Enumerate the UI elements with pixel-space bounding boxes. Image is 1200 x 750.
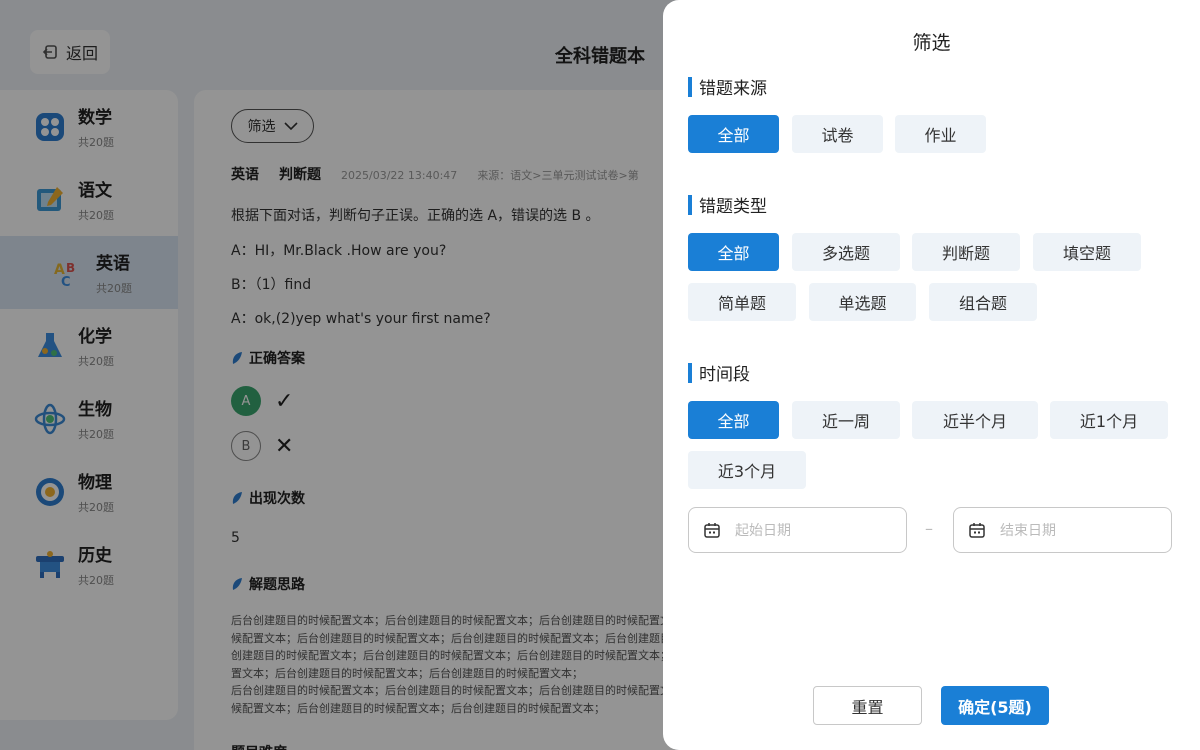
filter-drawer: 筛选 错题来源 全部 试卷 作业 错题类型 全部 多选题 判断题 填空题 简单题… — [663, 0, 1200, 750]
reset-button[interactable]: 重置 — [813, 686, 922, 725]
drawer-title: 筛选 — [912, 32, 951, 54]
source-title-label: 错题来源 — [699, 79, 767, 99]
type-title-label: 错题类型 — [699, 197, 767, 217]
source-chip-homework[interactable]: 作业 — [895, 115, 986, 153]
type-chip-judge[interactable]: 判断题 — [912, 233, 1020, 271]
period-chip-week[interactable]: 近一周 — [792, 401, 900, 439]
calendar-icon — [704, 523, 720, 538]
calendar-icon — [969, 523, 985, 538]
source-group-title: 错题来源 — [688, 74, 767, 99]
period-group-title: 时间段 — [688, 360, 750, 385]
date-separator: – — [925, 519, 933, 538]
period-title-label: 时间段 — [699, 365, 750, 385]
period-chip-halfmonth[interactable]: 近半个月 — [912, 401, 1038, 439]
type-chip-combo[interactable]: 组合题 — [929, 283, 1037, 321]
type-chip-single[interactable]: 单选题 — [809, 283, 916, 321]
type-group-title: 错题类型 — [688, 192, 767, 217]
type-chip-multiple[interactable]: 多选题 — [792, 233, 900, 271]
type-chip-simple[interactable]: 简单题 — [688, 283, 796, 321]
accent-bar — [688, 76, 692, 97]
accent-bar — [688, 194, 692, 215]
period-chip-1month[interactable]: 近1个月 — [1050, 401, 1168, 439]
source-chip-paper[interactable]: 试卷 — [792, 115, 883, 153]
end-date-placeholder: 结束日期 — [1000, 523, 1056, 539]
source-chip-all[interactable]: 全部 — [688, 115, 779, 153]
period-chip-all[interactable]: 全部 — [688, 401, 779, 439]
type-chip-all[interactable]: 全部 — [688, 233, 779, 271]
accent-bar — [688, 362, 692, 383]
start-date-placeholder: 起始日期 — [735, 523, 791, 539]
start-date-field[interactable]: 起始日期 — [688, 507, 907, 553]
period-chip-3month[interactable]: 近3个月 — [688, 451, 806, 489]
end-date-field[interactable]: 结束日期 — [953, 507, 1172, 553]
type-chip-fill[interactable]: 填空题 — [1033, 233, 1141, 271]
confirm-button[interactable]: 确定(5题) — [941, 686, 1049, 725]
